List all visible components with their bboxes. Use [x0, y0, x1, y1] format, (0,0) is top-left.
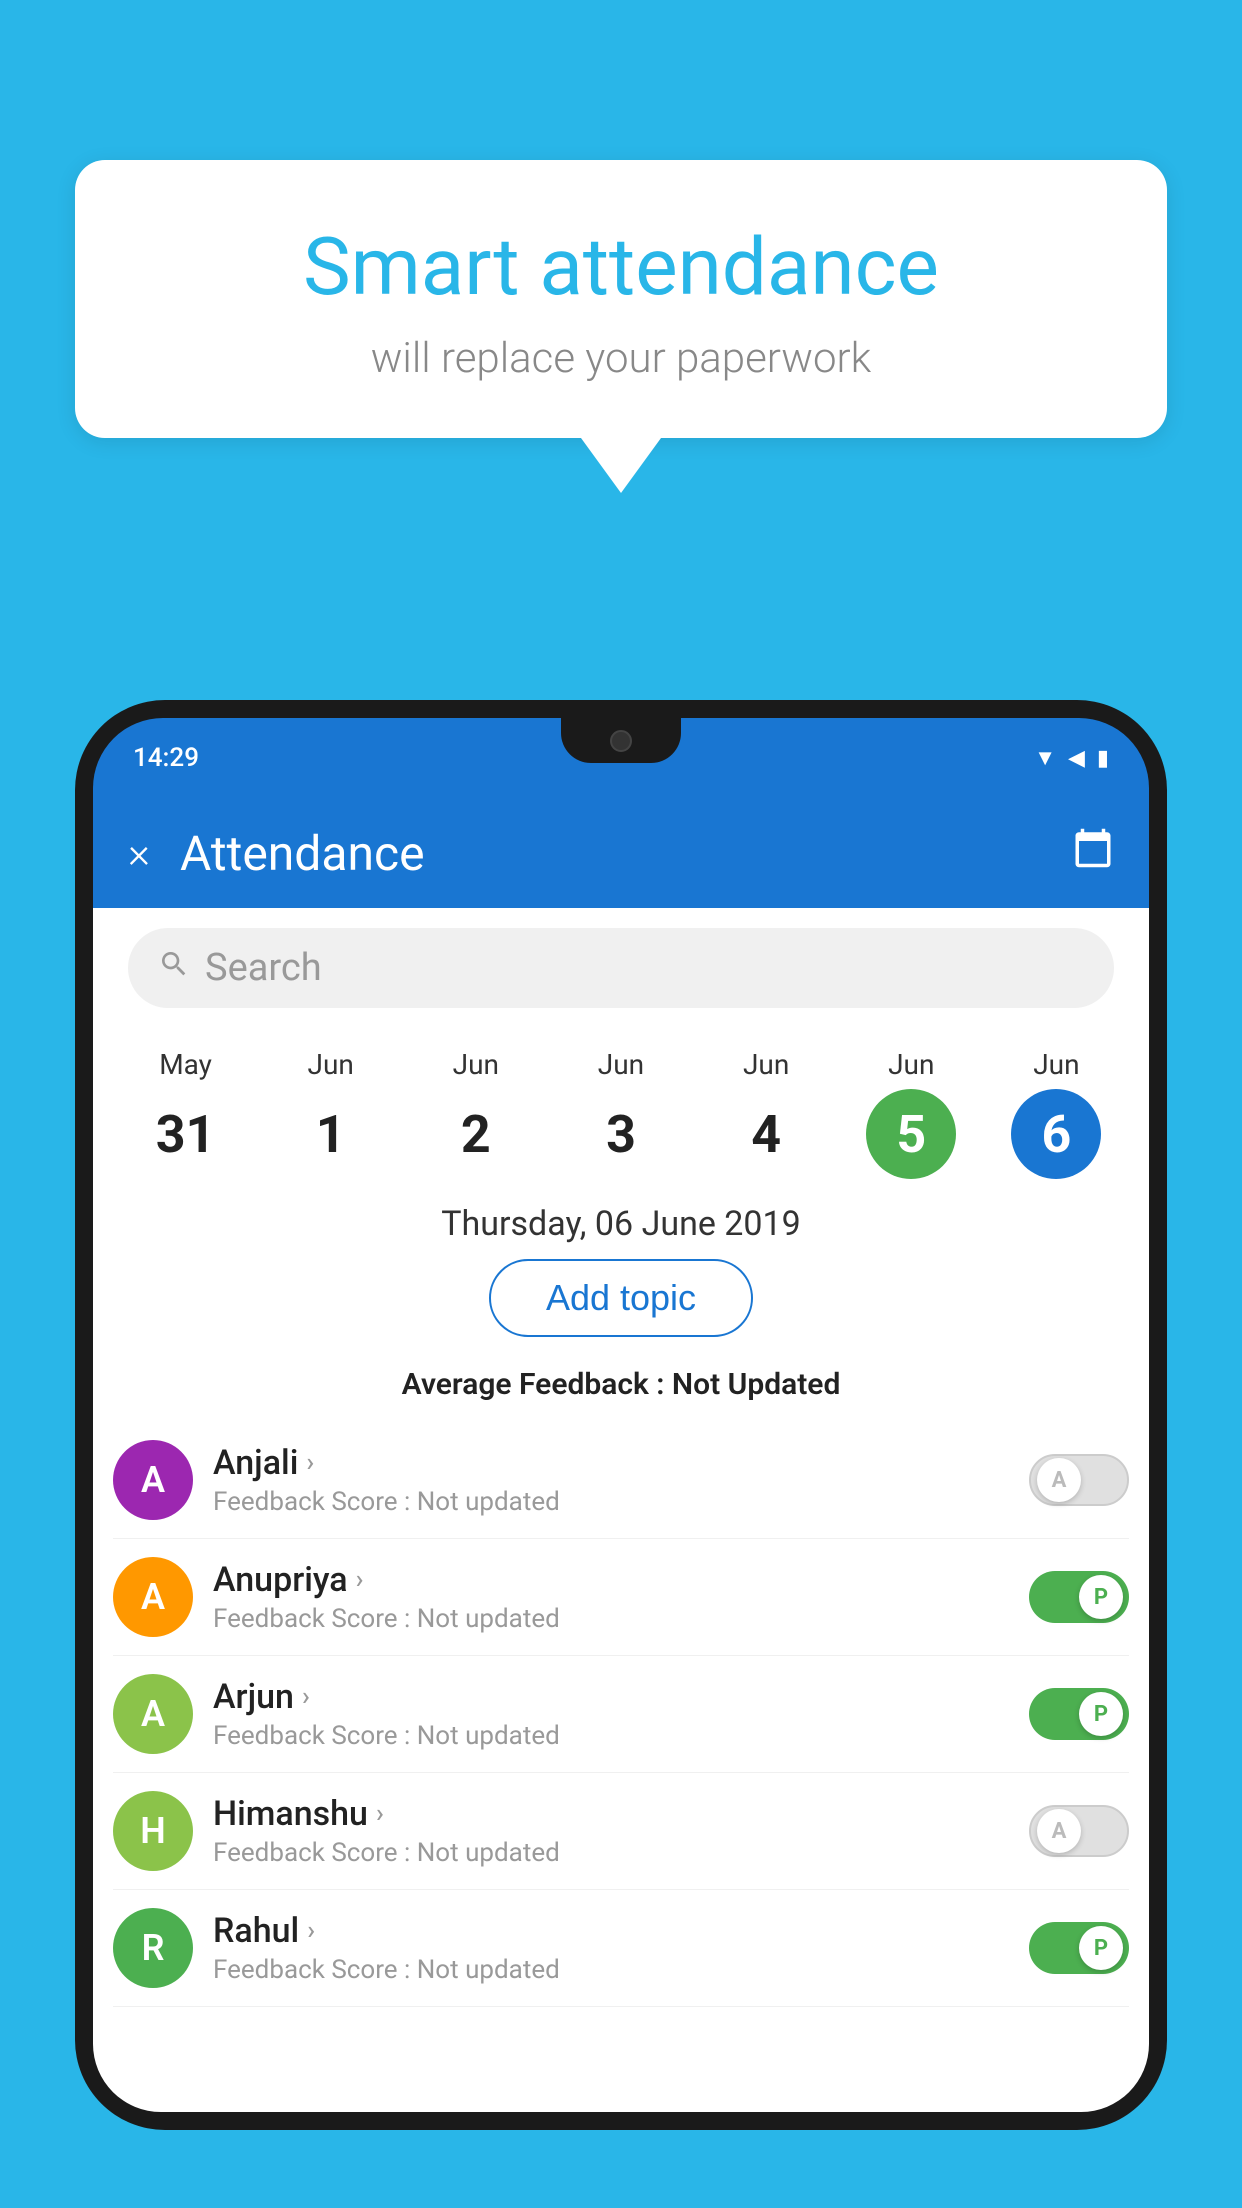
- avatar-1: A: [113, 1557, 193, 1637]
- phone-outer: 14:29 ▼ ◀ ▮ × Attendance: [75, 700, 1167, 2130]
- student-name-0: Anjali ›: [213, 1443, 1009, 1483]
- phone-wrapper: 14:29 ▼ ◀ ▮ × Attendance: [75, 700, 1167, 2208]
- avatar-3: H: [113, 1791, 193, 1871]
- bubble-subtitle: will replace your paperwork: [135, 334, 1107, 383]
- search-icon: [158, 948, 190, 988]
- date-header: Thursday, 06 June 2019: [93, 1179, 1149, 1259]
- status-bar: 14:29 ▼ ◀ ▮: [93, 718, 1149, 798]
- speech-bubble: Smart attendance will replace your paper…: [75, 160, 1167, 438]
- add-topic-container: Add topic: [93, 1259, 1149, 1337]
- search-input-wrap[interactable]: Search: [128, 928, 1114, 1008]
- student-feedback-1: Feedback Score : Not updated: [213, 1604, 1009, 1634]
- phone-notch: [561, 718, 681, 763]
- student-feedback-3: Feedback Score : Not updated: [213, 1838, 1009, 1868]
- toggle-knob-4: P: [1079, 1926, 1123, 1970]
- bubble-title: Smart attendance: [135, 220, 1107, 314]
- calendar-day-2[interactable]: Jun 2: [431, 1048, 521, 1179]
- chevron-icon-3: ›: [376, 1799, 384, 1829]
- cal-num-4[interactable]: 4: [721, 1089, 811, 1179]
- battery-icon: ▮: [1097, 746, 1109, 771]
- toggle-wrap-4: P: [1029, 1922, 1129, 1974]
- calendar-icon[interactable]: [1072, 827, 1114, 879]
- signal-icon: ◀: [1068, 746, 1085, 771]
- attendance-toggle-1[interactable]: P: [1029, 1571, 1129, 1623]
- student-item-4[interactable]: R Rahul › Feedback Score : Not updated P: [113, 1890, 1129, 2007]
- chevron-icon-0: ›: [306, 1448, 314, 1478]
- avatar-0: A: [113, 1440, 193, 1520]
- cal-num-2[interactable]: 2: [431, 1089, 521, 1179]
- toggle-wrap-0: A: [1029, 1454, 1129, 1506]
- student-item-1[interactable]: A Anupriya › Feedback Score : Not updated P: [113, 1539, 1129, 1656]
- phone-camera: [610, 730, 632, 752]
- phone-screen: Search May 31 Jun 1 Jun 2 Jun 3 Jun 4 Jun 5 Jun 6 Thu…: [93, 908, 1149, 2112]
- student-name-3: Himanshu ›: [213, 1794, 1009, 1834]
- student-name-4: Rahul ›: [213, 1911, 1009, 1951]
- cal-month-0: May: [159, 1048, 212, 1081]
- search-input[interactable]: Search: [205, 946, 322, 990]
- chevron-icon-4: ›: [307, 1916, 315, 1946]
- student-list: AAnjali ›Feedback Score : Not updatedAAA…: [93, 1422, 1149, 2007]
- cal-num-5[interactable]: 5: [866, 1089, 956, 1179]
- calendar-day-0[interactable]: May 31: [141, 1048, 231, 1179]
- cal-month-3: Jun: [598, 1048, 644, 1081]
- avatar-4: R: [113, 1908, 193, 1988]
- cal-month-2: Jun: [453, 1048, 499, 1081]
- student-item-0[interactable]: A Anjali › Feedback Score : Not updated A: [113, 1422, 1129, 1539]
- chevron-icon-1: ›: [356, 1565, 364, 1595]
- cal-num-6[interactable]: 6: [1011, 1089, 1101, 1179]
- calendar-day-3[interactable]: Jun 3: [576, 1048, 666, 1179]
- toggle-knob-1: P: [1079, 1575, 1123, 1619]
- student-info-3: Himanshu › Feedback Score : Not updated: [213, 1794, 1009, 1868]
- avatar-2: A: [113, 1674, 193, 1754]
- student-feedback-4: Feedback Score : Not updated: [213, 1955, 1009, 1985]
- toggle-knob-0: A: [1037, 1458, 1081, 1502]
- status-time: 14:29: [133, 743, 199, 773]
- cal-month-4: Jun: [743, 1048, 789, 1081]
- avg-feedback: Average Feedback : Not Updated: [93, 1357, 1149, 1422]
- cal-month-5: Jun: [888, 1048, 934, 1081]
- add-topic-button[interactable]: Add topic: [489, 1259, 753, 1337]
- student-info-2: Arjun › Feedback Score : Not updated: [213, 1677, 1009, 1751]
- toggle-wrap-1: P: [1029, 1571, 1129, 1623]
- speech-bubble-container: Smart attendance will replace your paper…: [75, 160, 1167, 493]
- toggle-wrap-3: A: [1029, 1805, 1129, 1857]
- toggle-knob-2: P: [1079, 1692, 1123, 1736]
- student-item-2[interactable]: A Arjun › Feedback Score : Not updated P: [113, 1656, 1129, 1773]
- cal-month-1: Jun: [308, 1048, 354, 1081]
- calendar-day-5[interactable]: Jun 5: [866, 1048, 956, 1179]
- attendance-toggle-4[interactable]: P: [1029, 1922, 1129, 1974]
- calendar-row: May 31 Jun 1 Jun 2 Jun 3 Jun 4 Jun 5 Jun 6: [93, 1028, 1149, 1179]
- avg-feedback-label: Average Feedback :: [402, 1367, 665, 1402]
- cal-num-3[interactable]: 3: [576, 1089, 666, 1179]
- student-info-1: Anupriya › Feedback Score : Not updated: [213, 1560, 1009, 1634]
- calendar-day-4[interactable]: Jun 4: [721, 1048, 811, 1179]
- bubble-tail: [581, 438, 661, 493]
- app-bar-title: Attendance: [180, 825, 1042, 882]
- student-feedback-2: Feedback Score : Not updated: [213, 1721, 1009, 1751]
- student-info-4: Rahul › Feedback Score : Not updated: [213, 1911, 1009, 1985]
- status-icons: ▼ ◀ ▮: [1034, 745, 1109, 771]
- student-name-2: Arjun ›: [213, 1677, 1009, 1717]
- wifi-icon: ▼: [1034, 745, 1056, 771]
- calendar-day-1[interactable]: Jun 1: [286, 1048, 376, 1179]
- student-item-3[interactable]: H Himanshu › Feedback Score : Not updated A: [113, 1773, 1129, 1890]
- cal-month-6: Jun: [1033, 1048, 1079, 1081]
- close-button[interactable]: ×: [128, 829, 150, 878]
- avg-feedback-value: Not Updated: [672, 1367, 840, 1402]
- search-bar: Search: [93, 908, 1149, 1028]
- calendar-day-6[interactable]: Jun 6: [1011, 1048, 1101, 1179]
- cal-num-1[interactable]: 1: [286, 1089, 376, 1179]
- attendance-toggle-3[interactable]: A: [1029, 1805, 1129, 1857]
- student-info-0: Anjali › Feedback Score : Not updated: [213, 1443, 1009, 1517]
- attendance-toggle-0[interactable]: A: [1029, 1454, 1129, 1506]
- attendance-toggle-2[interactable]: P: [1029, 1688, 1129, 1740]
- app-bar: × Attendance: [93, 798, 1149, 908]
- chevron-icon-2: ›: [302, 1682, 310, 1712]
- toggle-wrap-2: P: [1029, 1688, 1129, 1740]
- toggle-knob-3: A: [1037, 1809, 1081, 1853]
- student-name-1: Anupriya ›: [213, 1560, 1009, 1600]
- student-feedback-0: Feedback Score : Not updated: [213, 1487, 1009, 1517]
- cal-num-0[interactable]: 31: [141, 1089, 231, 1179]
